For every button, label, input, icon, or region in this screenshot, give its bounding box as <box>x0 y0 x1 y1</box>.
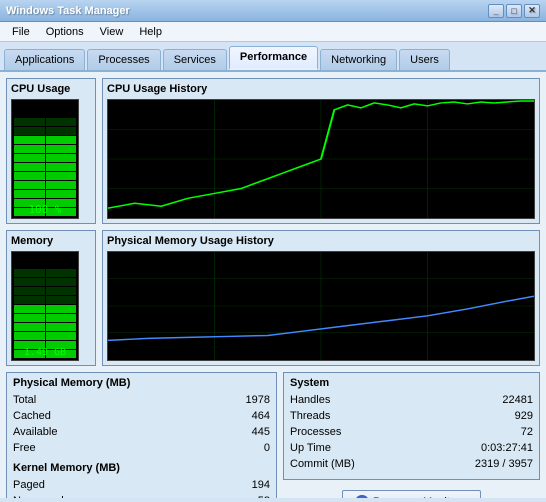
tab-services[interactable]: Services <box>163 49 227 70</box>
phys-mem-label-cached: Cached <box>13 408 51 424</box>
close-button[interactable]: ✕ <box>524 4 540 18</box>
memory-history-svg <box>108 252 534 360</box>
phys-mem-row-total: Total 1978 <box>13 392 270 408</box>
cpu-gauge: 100 % <box>11 99 79 219</box>
menu-bar: File Options View Help <box>0 22 546 42</box>
tab-applications[interactable]: Applications <box>4 49 85 70</box>
menu-help[interactable]: Help <box>131 24 170 40</box>
menu-options[interactable]: Options <box>38 24 92 40</box>
system-row-commit: Commit (MB) 2319 / 3957 <box>290 456 533 472</box>
tab-performance[interactable]: Performance <box>229 46 318 70</box>
kernel-value-nonpaged: 58 <box>258 493 270 498</box>
system-row-handles: Handles 22481 <box>290 392 533 408</box>
resource-monitor-container: Resource Monitor... <box>283 490 540 498</box>
cpu-usage-label: CPU Usage <box>11 83 91 95</box>
system-value-threads: 929 <box>515 408 533 424</box>
tab-users[interactable]: Users <box>399 49 450 70</box>
kernel-mem-row-nonpaged: Nonpaged 58 <box>13 493 270 498</box>
phys-mem-row-cached: Cached 464 <box>13 408 270 424</box>
cpu-usage-section: CPU Usage 100 % <box>6 78 96 224</box>
phys-mem-value-total: 1978 <box>246 392 270 408</box>
mem-gauge: 1.49 GB <box>11 251 79 361</box>
physical-memory-title: Physical Memory (MB) <box>13 377 270 389</box>
system-label-uptime: Up Time <box>290 440 331 456</box>
memory-history-label: Physical Memory Usage History <box>107 235 535 247</box>
performance-content: CPU Usage 100 % <box>0 72 546 498</box>
phys-mem-row-free: Free 0 <box>13 440 270 456</box>
phys-mem-value-available: 445 <box>252 424 270 440</box>
system-label-processes: Processes <box>290 424 341 440</box>
kernel-label-nonpaged: Nonpaged <box>13 493 64 498</box>
system-value-handles: 22481 <box>502 392 533 408</box>
system-value-uptime: 0:03:27:41 <box>481 440 533 456</box>
system-value-processes: 72 <box>521 424 533 440</box>
system-title: System <box>290 377 533 389</box>
resource-monitor-icon <box>355 495 369 498</box>
system-label-threads: Threads <box>290 408 330 424</box>
memory-row: Memory 1.49 GB Physical Memo <box>6 230 540 366</box>
top-row: CPU Usage 100 % <box>6 78 540 224</box>
phys-mem-label-total: Total <box>13 392 36 408</box>
kernel-memory-title: Kernel Memory (MB) <box>13 462 270 474</box>
cpu-history-label: CPU Usage History <box>107 83 535 95</box>
mem-bars <box>12 252 78 360</box>
resource-monitor-label: Resource Monitor... <box>373 496 468 498</box>
tab-networking[interactable]: Networking <box>320 49 397 70</box>
phys-mem-value-free: 0 <box>264 440 270 456</box>
cpu-history-chart <box>107 99 535 219</box>
tabs-bar: Applications Processes Services Performa… <box>0 42 546 72</box>
memory-label: Memory <box>11 235 91 247</box>
resource-monitor-button[interactable]: Resource Monitor... <box>342 490 481 498</box>
phys-mem-value-cached: 464 <box>252 408 270 424</box>
memory-history-section: Physical Memory Usage History <box>102 230 540 366</box>
menu-file[interactable]: File <box>4 24 38 40</box>
tab-processes[interactable]: Processes <box>87 49 160 70</box>
system-label-commit: Commit (MB) <box>290 456 355 472</box>
title-bar-text: Windows Task Manager <box>6 5 130 17</box>
memory-value: 1.49 GB <box>12 347 78 358</box>
system-row-threads: Threads 929 <box>290 408 533 424</box>
kernel-value-paged: 194 <box>252 477 270 493</box>
system-row-uptime: Up Time 0:03:27:41 <box>290 440 533 456</box>
system-stats: System Handles 22481 Threads 929 Process… <box>283 372 540 480</box>
kernel-mem-row-paged: Paged 194 <box>13 477 270 493</box>
cpu-value: 100 % <box>12 203 78 216</box>
bottom-stats: Physical Memory (MB) Total 1978 Cached 4… <box>6 372 540 498</box>
memory-section: Memory 1.49 GB <box>6 230 96 366</box>
kernel-label-paged: Paged <box>13 477 45 493</box>
system-value-commit: 2319 / 3957 <box>475 456 533 472</box>
system-label-handles: Handles <box>290 392 330 408</box>
cpu-history-section: CPU Usage History <box>102 78 540 224</box>
phys-mem-label-free: Free <box>13 440 36 456</box>
phys-mem-row-available: Available 445 <box>13 424 270 440</box>
title-bar-buttons[interactable]: _ □ ✕ <box>488 4 540 18</box>
phys-mem-label-available: Available <box>13 424 57 440</box>
maximize-button[interactable]: □ <box>506 4 522 18</box>
minimize-button[interactable]: _ <box>488 4 504 18</box>
cpu-history-svg <box>108 100 534 218</box>
cpu-bars <box>12 100 78 218</box>
physical-memory-stats: Physical Memory (MB) Total 1978 Cached 4… <box>6 372 277 498</box>
system-row-processes: Processes 72 <box>290 424 533 440</box>
menu-view[interactable]: View <box>92 24 132 40</box>
memory-history-chart <box>107 251 535 361</box>
title-bar: Windows Task Manager _ □ ✕ <box>0 0 546 22</box>
